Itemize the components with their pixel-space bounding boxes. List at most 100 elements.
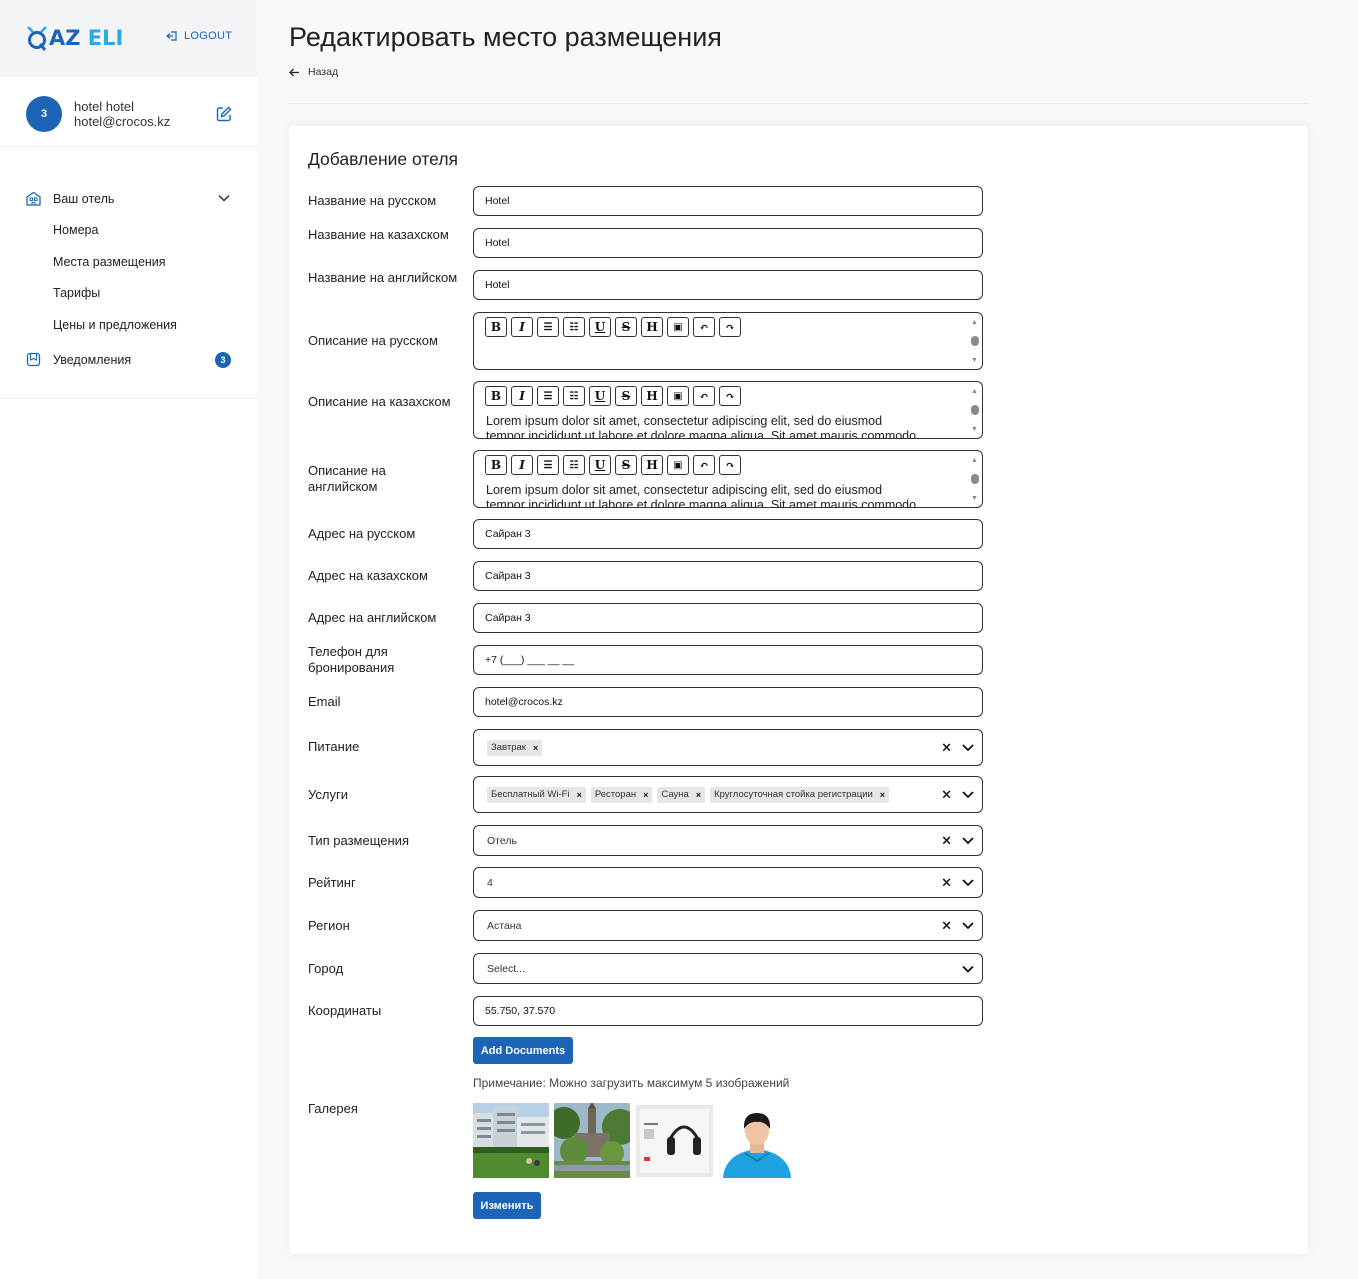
underline-button[interactable]: U — [589, 317, 611, 337]
desc-kz-editor[interactable]: B I ☰ ☷ U S H ▣ ↶ ↷ Lorem ipsum dolor si… — [473, 381, 983, 439]
hotel-form-card: Добавление отеля Название на русском Hot… — [289, 126, 1308, 1254]
chevron-down-icon[interactable] — [962, 837, 974, 845]
underline-button[interactable]: U — [589, 386, 611, 406]
name-kz-label: Название на казахском — [308, 227, 449, 242]
submit-button[interactable]: Изменить — [473, 1192, 541, 1219]
underline-button[interactable]: U — [589, 455, 611, 475]
undo-button[interactable]: ↶ — [693, 386, 715, 406]
numbered-list-button[interactable]: ☷ — [563, 317, 585, 337]
gallery-image[interactable] — [554, 1103, 630, 1178]
image-button[interactable]: ▣ — [667, 386, 689, 406]
edit-icon[interactable] — [216, 106, 232, 122]
italic-button[interactable]: I — [511, 317, 533, 337]
coords-input[interactable]: 55.750, 37.570 — [473, 996, 983, 1026]
chevron-down-icon[interactable] — [962, 965, 974, 973]
sidebar-item-your-hotel[interactable]: Ваш отель — [26, 191, 114, 206]
chip-remove-icon[interactable]: × — [696, 790, 701, 800]
italic-button[interactable]: I — [511, 386, 533, 406]
logout-label: LOGOUT — [184, 30, 233, 42]
sidebar-item-tariffs[interactable]: Тарифы — [53, 286, 100, 300]
desc-en-editor[interactable]: B I ☰ ☷ U S H ▣ ↶ ↷ Lorem ipsum dolor si… — [473, 450, 983, 508]
divider — [289, 103, 1308, 104]
region-value: Астана — [487, 919, 522, 932]
coords-label: Координаты — [308, 1003, 382, 1018]
chip-remove-icon[interactable]: × — [643, 790, 648, 800]
chip-remove-icon[interactable]: × — [577, 790, 582, 800]
sidebar-item-accommodations[interactable]: Места размещения — [53, 255, 166, 269]
notification-badge: 3 — [215, 352, 231, 368]
editor-scrollbar[interactable]: ▲ ▼ — [971, 457, 979, 503]
chevron-down-icon[interactable] — [962, 922, 974, 930]
rating-select[interactable]: 4 × — [473, 867, 983, 898]
undo-button[interactable]: ↶ — [693, 455, 715, 475]
desc-ru-editor[interactable]: B I ☰ ☷ U S H ▣ ↶ ↷ ▲ ▼ — [473, 312, 983, 370]
chip-remove-icon[interactable]: × — [880, 790, 885, 800]
avatar: 3 — [26, 96, 62, 132]
heading-button[interactable]: H — [641, 317, 663, 337]
clear-icon[interactable]: × — [941, 787, 952, 802]
editor-scrollbar[interactable]: ▲ ▼ — [971, 388, 979, 434]
bold-button[interactable]: B — [485, 317, 507, 337]
clear-icon[interactable]: × — [941, 918, 952, 933]
arrow-left-icon — [289, 68, 299, 76]
user-card: 3 hotel hotel hotel@crocos.kz — [0, 77, 257, 147]
image-button[interactable]: ▣ — [667, 317, 689, 337]
type-label: Тип размещения — [308, 833, 409, 848]
clear-icon[interactable]: × — [941, 740, 952, 755]
addr-kz-input[interactable]: Сайран 3 — [473, 561, 983, 591]
gallery-image[interactable] — [719, 1103, 795, 1178]
strikethrough-button[interactable]: S — [615, 317, 637, 337]
logo[interactable]: AZ ELI — [26, 25, 123, 51]
back-link[interactable]: Назад — [289, 66, 338, 78]
sidebar-item-notifications[interactable]: Уведомления — [26, 352, 131, 367]
heading-button[interactable]: H — [641, 386, 663, 406]
redo-button[interactable]: ↷ — [719, 455, 741, 475]
italic-button[interactable]: I — [511, 455, 533, 475]
type-select[interactable]: Отель × — [473, 825, 983, 856]
region-select[interactable]: Астана × — [473, 910, 983, 941]
editor-content[interactable]: Lorem ipsum dolor sit amet, consectetur … — [486, 414, 916, 438]
name-en-input[interactable]: Hotel — [473, 270, 983, 300]
page-title: Редактировать место размещения — [289, 22, 722, 52]
heading-button[interactable]: H — [641, 455, 663, 475]
email-input[interactable]: hotel@crocos.kz — [473, 687, 983, 717]
logout-button[interactable]: LOGOUT — [166, 30, 232, 42]
numbered-list-button[interactable]: ☷ — [563, 386, 585, 406]
phone-input[interactable]: +7 (___) ___ __ __ — [473, 645, 983, 675]
redo-button[interactable]: ↷ — [719, 317, 741, 337]
clear-icon[interactable]: × — [941, 833, 952, 848]
bold-button[interactable]: B — [485, 386, 507, 406]
chevron-down-icon[interactable] — [962, 744, 974, 752]
strikethrough-button[interactable]: S — [615, 455, 637, 475]
image-button[interactable]: ▣ — [667, 455, 689, 475]
name-ru-input[interactable]: Hotel — [473, 186, 983, 216]
gallery-image[interactable] — [473, 1103, 549, 1178]
name-kz-input[interactable]: Hotel — [473, 228, 983, 258]
chevron-down-icon[interactable] — [962, 791, 974, 799]
user-email: hotel@crocos.kz — [74, 114, 171, 129]
addr-ru-input[interactable]: Сайран 3 — [473, 519, 983, 549]
chip-remove-icon[interactable]: × — [533, 743, 538, 753]
bullet-list-button[interactable]: ☰ — [537, 317, 559, 337]
add-documents-button[interactable]: Add Documents — [473, 1037, 573, 1064]
numbered-list-button[interactable]: ☷ — [563, 455, 585, 475]
sidebar-item-rooms[interactable]: Номера — [53, 223, 98, 237]
bullet-list-button[interactable]: ☰ — [537, 455, 559, 475]
sidebar-item-prices[interactable]: Цены и предложения — [53, 318, 177, 332]
gallery-image[interactable] — [636, 1105, 713, 1177]
food-select[interactable]: Завтрак × × — [473, 729, 983, 766]
chevron-down-icon[interactable] — [962, 879, 974, 887]
strikethrough-button[interactable]: S — [615, 386, 637, 406]
editor-scrollbar[interactable]: ▲ ▼ — [971, 319, 979, 365]
logo-q-icon — [27, 26, 47, 51]
editor-content[interactable]: Lorem ipsum dolor sit amet, consectetur … — [486, 483, 916, 507]
undo-button[interactable]: ↶ — [693, 317, 715, 337]
services-select[interactable]: Бесплатный Wi-Fi × Ресторан × Сауна × Кругл… — [473, 776, 983, 813]
addr-en-input[interactable]: Сайран 3 — [473, 603, 983, 633]
bold-button[interactable]: B — [485, 455, 507, 475]
chevron-down-icon[interactable] — [218, 194, 230, 202]
city-select[interactable]: Select... — [473, 953, 983, 984]
clear-icon[interactable]: × — [941, 875, 952, 890]
bullet-list-button[interactable]: ☰ — [537, 386, 559, 406]
redo-button[interactable]: ↷ — [719, 386, 741, 406]
